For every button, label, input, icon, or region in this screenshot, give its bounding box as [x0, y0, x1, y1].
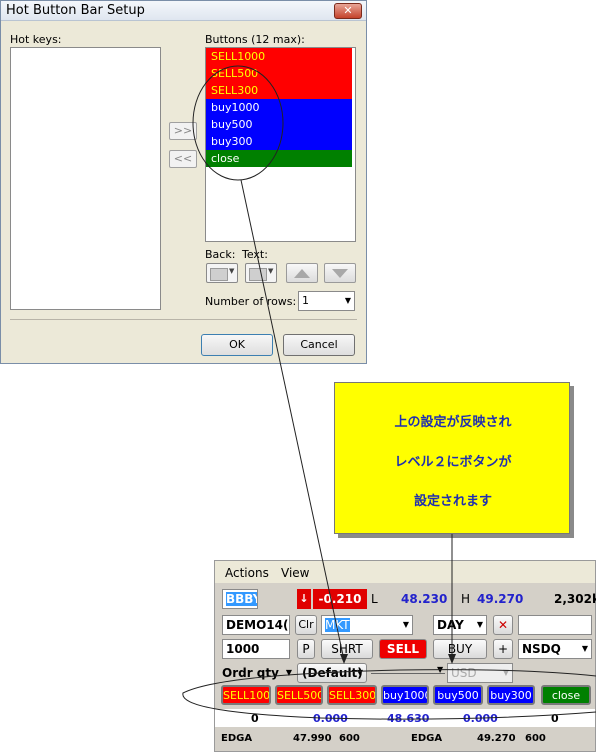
button-list-item[interactable]: buy500: [206, 116, 352, 133]
stat-value: 0: [251, 712, 259, 725]
rows-value: 1: [302, 294, 309, 307]
stat-value: 0.000: [463, 712, 498, 725]
hot-button[interactable]: SELL500: [275, 685, 323, 705]
stat-value: 0: [551, 712, 559, 725]
hot-button-bar-setup-dialog: Hot Button Bar Setup ✕ Hot keys: Buttons…: [0, 0, 367, 364]
hot-button[interactable]: SELL1000: [221, 685, 271, 705]
add-button[interactable]: >>: [169, 122, 197, 140]
hotkeys-list[interactable]: [10, 47, 161, 310]
cancel-button[interactable]: Cancel: [283, 334, 355, 356]
rows-select[interactable]: 1 ▼: [298, 291, 355, 311]
button-list-item[interactable]: SELL1000: [206, 48, 352, 65]
dialog-title: Hot Button Bar Setup: [6, 3, 145, 18]
hot-button[interactable]: close: [541, 685, 591, 705]
annotation-callout: 上の設定が反映され レベル２にボタンが 設定されます: [334, 382, 570, 534]
button-list-item[interactable]: buy1000: [206, 99, 352, 116]
button-list-item[interactable]: SELL500: [206, 65, 352, 82]
close-button[interactable]: ✕: [334, 3, 362, 19]
hot-button[interactable]: buy1000: [381, 685, 429, 705]
callout-line: 上の設定が反映され: [394, 415, 512, 430]
level2-window: Actions View BBBY ↓ -0.210 L 48.230 H 49…: [214, 560, 596, 752]
dialog-titlebar: Hot Button Bar Setup ✕: [1, 1, 366, 21]
hot-button[interactable]: buy300: [487, 685, 535, 705]
text-color-picker[interactable]: ▼: [245, 263, 277, 283]
stat-value: 48.630: [387, 712, 430, 725]
stat-value: 0.000: [313, 712, 348, 725]
callout-line: 設定されます: [413, 494, 492, 509]
triangle-down-icon: [332, 269, 348, 278]
hot-button[interactable]: SELL300: [327, 685, 377, 705]
chevron-down-icon: ▼: [268, 267, 274, 275]
button-list-item[interactable]: SELL300: [206, 82, 352, 99]
buttons-list[interactable]: SELL1000 SELL500 SELL300 buy1000 buy500 buy30…: [205, 47, 356, 242]
divider: [10, 319, 357, 320]
back-color-swatch: [210, 268, 228, 281]
button-list-item[interactable]: buy300: [206, 133, 352, 150]
chevron-down-icon: ▼: [229, 267, 235, 275]
hot-button[interactable]: buy500: [433, 685, 483, 705]
ok-button[interactable]: OK: [201, 334, 273, 356]
button-list-item[interactable]: close: [206, 150, 352, 167]
ask-price: 49.270: [477, 733, 516, 744]
buttons-label: Buttons (12 max):: [205, 33, 305, 46]
bid-price: 47.990: [293, 733, 332, 744]
chevron-down-icon: ▼: [344, 296, 351, 305]
move-up-button[interactable]: [286, 263, 318, 283]
rows-label: Number of rows:: [205, 295, 297, 308]
bid-exchange: EDGA: [221, 733, 253, 744]
remove-button[interactable]: <<: [169, 150, 197, 168]
callout-line: レベル２にボタンが: [394, 455, 512, 470]
text-color-swatch: [249, 268, 267, 281]
ask-exchange: EDGA: [411, 733, 443, 744]
triangle-up-icon: [294, 269, 310, 278]
ask-size: 600: [525, 733, 546, 744]
text-label: Text:: [242, 248, 268, 261]
move-down-button[interactable]: [324, 263, 356, 283]
hotkeys-label: Hot keys:: [10, 33, 62, 46]
back-color-picker[interactable]: ▼: [206, 263, 238, 283]
back-label: Back:: [205, 248, 236, 261]
bid-size: 600: [339, 733, 360, 744]
